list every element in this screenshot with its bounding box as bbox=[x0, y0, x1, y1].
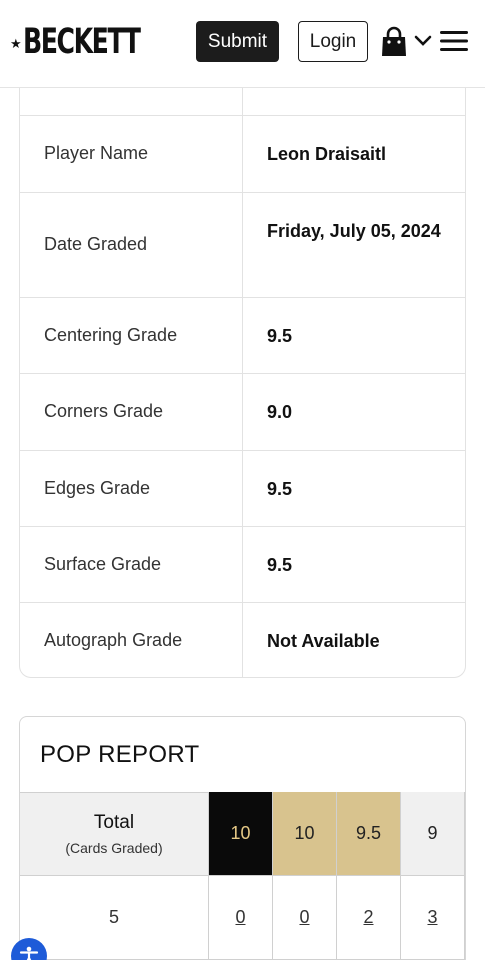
star-icon: ★ bbox=[10, 36, 22, 51]
row-value: 9.5 bbox=[267, 326, 293, 346]
table-row: Date Graded Friday, July 05, 2024 bbox=[20, 192, 465, 297]
row-value: Friday, July 05, 2024 bbox=[267, 221, 441, 241]
row-label: Player Name bbox=[44, 143, 149, 163]
beckett-logo[interactable]: ★ BECKETT bbox=[10, 22, 185, 62]
shopping-bag-icon[interactable] bbox=[380, 26, 408, 58]
table-row: Surface Grade 9.5 bbox=[20, 526, 465, 602]
grade-count-cell: 3 bbox=[401, 876, 465, 960]
grade-header-9: 9 bbox=[401, 792, 465, 876]
total-count-cell: 5 bbox=[20, 876, 209, 960]
grade-count-link[interactable]: 0 bbox=[299, 907, 309, 928]
grade-count-link[interactable]: 2 bbox=[363, 907, 373, 928]
row-label: Date Graded bbox=[44, 234, 148, 254]
table-row: Player Name Leon Draisaitl bbox=[20, 115, 465, 192]
row-label: Surface Grade bbox=[44, 554, 162, 574]
row-label: Centering Grade bbox=[44, 325, 178, 345]
grade-header-black-label-10: 10 bbox=[209, 792, 273, 876]
table-row: Autograph Grade Not Available bbox=[20, 602, 465, 677]
card-details-table: Player Name Leon Draisaitl Date Graded F… bbox=[19, 88, 466, 678]
grade-count-cell: 0 bbox=[273, 876, 337, 960]
table-row: Edges Grade 9.5 bbox=[20, 450, 465, 526]
grade-count-link[interactable]: 3 bbox=[427, 907, 437, 928]
table-row: Corners Grade 9.0 bbox=[20, 373, 465, 450]
pop-report-card: POP REPORT Total (Cards Graded) 10 10 9.… bbox=[19, 716, 466, 960]
row-value: 9.0 bbox=[267, 402, 293, 422]
logo-text: BECKETT bbox=[22, 22, 141, 62]
grade-header-gold-10: 10 bbox=[273, 792, 337, 876]
grade-count-cell: 0 bbox=[209, 876, 273, 960]
pop-report-title: POP REPORT bbox=[40, 741, 200, 768]
chevron-down-icon[interactable] bbox=[413, 32, 433, 50]
row-label: Corners Grade bbox=[44, 401, 164, 421]
submit-button[interactable]: Submit bbox=[196, 21, 279, 62]
row-label: Autograph Grade bbox=[44, 630, 183, 650]
row-value: Leon Draisaitl bbox=[267, 144, 387, 164]
total-header-cell: Total (Cards Graded) bbox=[20, 792, 209, 876]
row-value: 9.5 bbox=[267, 479, 293, 499]
site-header: ★ BECKETT Submit Login bbox=[0, 0, 485, 88]
grade-count-cell: 2 bbox=[337, 876, 401, 960]
login-button[interactable]: Login bbox=[298, 21, 368, 62]
grade-count-link[interactable]: 0 bbox=[235, 907, 245, 928]
row-label: Edges Grade bbox=[44, 478, 151, 498]
total-sublabel: (Cards Graded) bbox=[65, 840, 163, 856]
row-value: Not Available bbox=[267, 631, 380, 651]
total-label: Total bbox=[93, 812, 135, 833]
menu-icon[interactable] bbox=[440, 30, 468, 52]
row-value: 9.5 bbox=[267, 555, 293, 575]
table-row: Centering Grade 9.5 bbox=[20, 297, 465, 373]
grade-header-gold-9-5: 9.5 bbox=[337, 792, 401, 876]
accessibility-icon bbox=[19, 946, 39, 960]
